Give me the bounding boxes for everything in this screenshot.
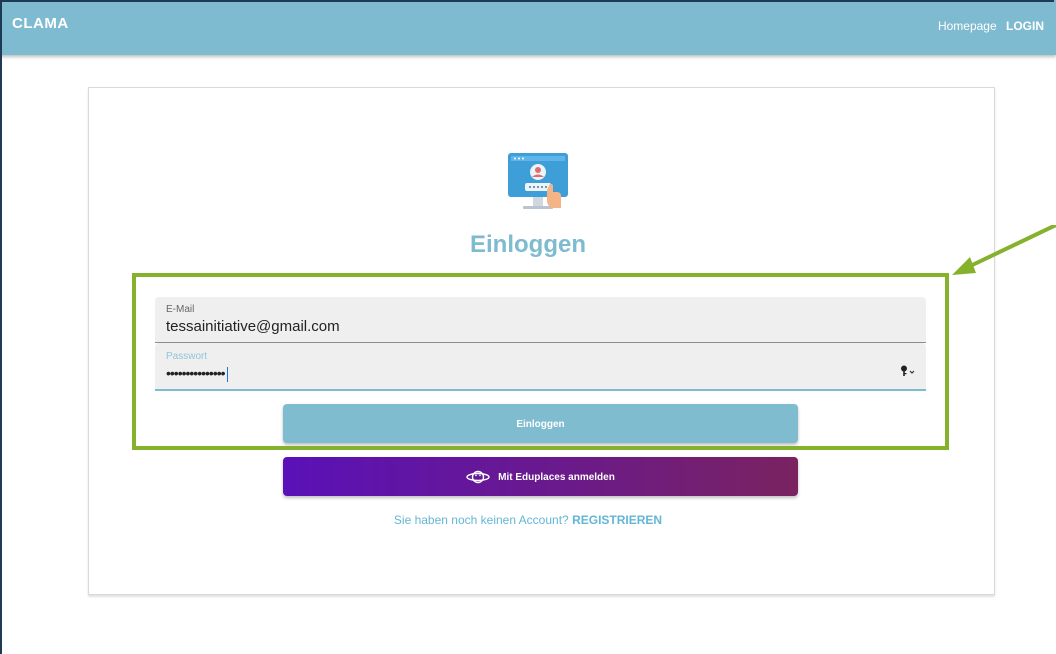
register-prompt-text: Sie haben noch keinen Account? bbox=[393, 513, 569, 527]
eduplaces-login-button[interactable]: Mit Eduplaces anmelden bbox=[283, 457, 798, 496]
register-link[interactable]: REGISTRIEREN bbox=[572, 513, 662, 527]
login-submit-button[interactable]: Einloggen bbox=[283, 404, 798, 443]
key-icon[interactable] bbox=[900, 365, 916, 380]
brand-logo[interactable]: CLAMA bbox=[12, 15, 69, 32]
login-title: Einloggen bbox=[470, 231, 586, 258]
login-illustration-icon bbox=[508, 153, 568, 209]
eduplaces-planet-icon bbox=[466, 471, 490, 484]
register-prompt: Sie haben noch keinen Account? REGISTRIE… bbox=[0, 513, 1056, 527]
password-field[interactable]: Passwort ••••••••••••••• bbox=[155, 343, 926, 391]
email-field[interactable]: E-Mail tessainitiative@gmail.com bbox=[155, 297, 926, 343]
password-value: ••••••••••••••• bbox=[166, 365, 226, 381]
app-bar: CLAMA Homepage LOGIN bbox=[0, 0, 1056, 55]
text-caret bbox=[226, 366, 228, 382]
email-input[interactable]: tessainitiative@gmail.com bbox=[166, 318, 340, 335]
annotation-arrow-icon bbox=[952, 225, 1056, 275]
nav-login-link[interactable]: LOGIN bbox=[1006, 19, 1044, 33]
nav-homepage-link[interactable]: Homepage bbox=[938, 19, 997, 33]
eduplaces-button-label: Mit Eduplaces anmelden bbox=[498, 472, 615, 483]
top-nav: Homepage LOGIN bbox=[932, 19, 1044, 33]
password-label: Passwort bbox=[166, 351, 208, 362]
password-input[interactable]: ••••••••••••••• bbox=[166, 365, 228, 382]
email-label: E-Mail bbox=[166, 304, 195, 315]
